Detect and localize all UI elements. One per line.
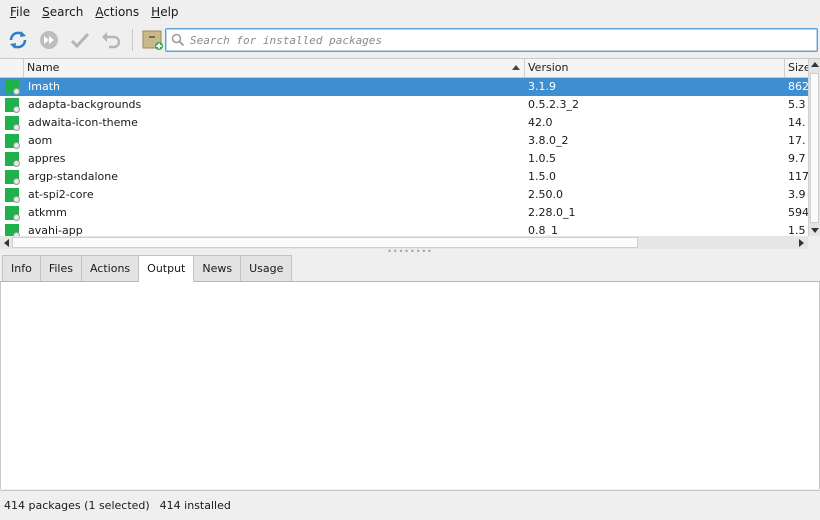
undo-button[interactable] — [97, 26, 125, 54]
table-rows: Imath 3.1.9 862 adapta-backgrounds 0.5.2… — [0, 78, 808, 236]
package-installed-icon — [5, 224, 20, 236]
tab-news[interactable]: News — [193, 255, 242, 281]
package-name: appres — [28, 152, 66, 165]
checkmark-icon — [70, 32, 90, 49]
refresh-icon — [9, 31, 27, 49]
package-size: 862 — [788, 80, 808, 93]
package-installed-icon — [5, 134, 20, 149]
package-installed-icon — [5, 188, 20, 203]
vertical-scroll-thumb[interactable] — [810, 73, 819, 223]
package-name: avahi-app — [28, 224, 83, 236]
status-package-count: 414 packages (1 selected) — [4, 499, 150, 512]
scroll-up-icon[interactable] — [811, 62, 819, 67]
package-table: Name Version Size Imath 3.1.9 862 adapta… — [0, 58, 820, 236]
table-row[interactable]: atkmm 2.28.0_1 594 — [0, 204, 808, 222]
package-folder-icon — [142, 30, 163, 50]
table-row[interactable]: adwaita-icon-theme 42.0 14. — [0, 114, 808, 132]
package-installed-icon — [5, 152, 20, 167]
refresh-button[interactable] — [4, 26, 32, 54]
scroll-right-icon[interactable] — [799, 239, 804, 247]
apply-button[interactable] — [66, 26, 94, 54]
search-icon — [166, 33, 190, 47]
status-bar: 414 packages (1 selected) 414 installed — [0, 490, 820, 520]
fast-forward-icon — [40, 31, 58, 49]
toolbar-separator — [132, 29, 133, 51]
table-row[interactable]: aom 3.8.0_2 17. — [0, 132, 808, 150]
column-header-name[interactable]: Name — [24, 59, 525, 77]
vertical-scrollbar[interactable] — [808, 59, 820, 236]
package-size: 3.9 — [788, 188, 806, 201]
search-box — [165, 28, 818, 52]
package-version: 1.0.5 — [528, 152, 556, 165]
package-name: aom — [28, 134, 53, 147]
package-version: 3.8.0_2 — [528, 134, 569, 147]
menu-actions[interactable]: Actions — [89, 0, 145, 24]
column-header-version[interactable]: Version — [525, 59, 785, 77]
package-installed-icon — [5, 170, 20, 185]
tab-output[interactable]: Output — [138, 255, 195, 282]
package-installed-icon — [5, 98, 20, 113]
package-size: 9.7 — [788, 152, 806, 165]
package-name: atkmm — [28, 206, 67, 219]
undo-icon — [102, 32, 121, 49]
package-size: 5.3 — [788, 98, 806, 111]
menubar: File Search Actions Help — [0, 0, 820, 24]
table-header: Name Version Size — [0, 59, 811, 78]
package-installed-icon — [5, 206, 20, 221]
menu-file[interactable]: File — [4, 0, 36, 24]
table-row[interactable]: Imath 3.1.9 862 — [0, 78, 808, 96]
package-size: 14. — [788, 116, 806, 129]
package-name: argp-standalone — [28, 170, 119, 183]
package-folder-button[interactable] — [139, 26, 167, 54]
package-version: 2.28.0_1 — [528, 206, 576, 219]
package-name: Imath — [28, 80, 60, 93]
package-size: 594 — [788, 206, 808, 219]
table-row[interactable]: appres 1.0.5 9.7 — [0, 150, 808, 168]
detail-tabs: Info Files Actions Output News Usage — [0, 255, 820, 282]
scroll-left-icon[interactable] — [4, 239, 9, 247]
horizontal-scroll-thumb[interactable] — [12, 237, 638, 248]
tab-actions[interactable]: Actions — [80, 255, 140, 281]
scroll-down-icon[interactable] — [811, 228, 819, 233]
package-version: 3.1.9 — [528, 80, 556, 93]
package-version: 2.50.0 — [528, 188, 563, 201]
table-row[interactable]: adapta-backgrounds 0.5.2.3_2 5.3 — [0, 96, 808, 114]
column-header-name-label: Name — [27, 61, 60, 74]
package-version: 1.5.0 — [528, 170, 556, 183]
table-row[interactable]: argp-standalone 1.5.0 117 — [0, 168, 808, 186]
column-header-icon[interactable] — [0, 59, 24, 77]
table-row[interactable]: avahi-app 0.8_1 1.5 — [0, 222, 808, 236]
package-name: adapta-backgrounds — [28, 98, 142, 111]
package-name: at-spi2-core — [28, 188, 94, 201]
package-name: adwaita-icon-theme — [28, 116, 138, 129]
package-version: 42.0 — [528, 116, 553, 129]
package-version: 0.5.2.3_2 — [528, 98, 579, 111]
package-size: 117 — [788, 170, 808, 183]
tab-usage[interactable]: Usage — [240, 255, 293, 281]
package-size: 17. — [788, 134, 806, 147]
status-installed-count: 414 installed — [159, 499, 231, 512]
package-version: 0.8_1 — [528, 224, 558, 236]
package-installed-icon — [5, 80, 20, 95]
column-header-version-label: Version — [528, 61, 569, 74]
menu-search[interactable]: Search — [36, 0, 89, 24]
package-size: 1.5 — [788, 224, 806, 236]
output-panel[interactable] — [0, 282, 820, 489]
search-input[interactable] — [190, 30, 817, 50]
menu-help[interactable]: Help — [145, 0, 184, 24]
tab-files[interactable]: Files — [39, 255, 82, 281]
sort-ascending-icon — [512, 65, 520, 70]
package-installed-icon — [5, 116, 20, 131]
tab-info[interactable]: Info — [2, 255, 41, 281]
upgrade-all-button[interactable] — [35, 26, 63, 54]
table-row[interactable]: at-spi2-core 2.50.0 3.9 — [0, 186, 808, 204]
